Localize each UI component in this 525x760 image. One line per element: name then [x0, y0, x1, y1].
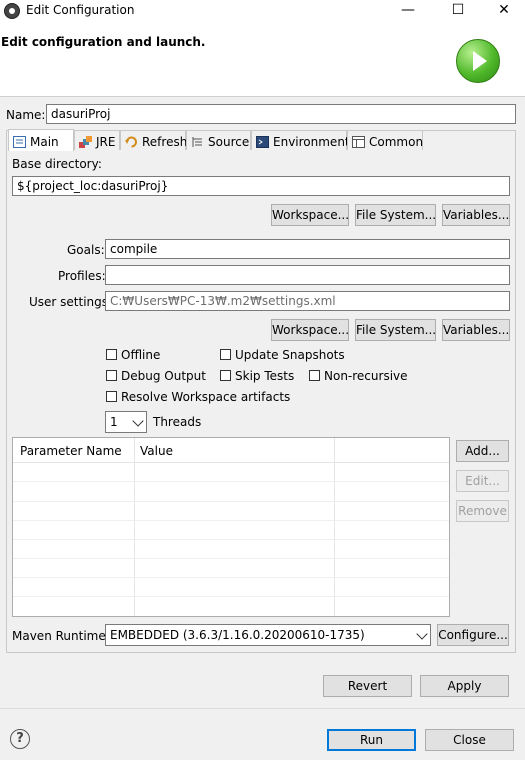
tab-jre[interactable]: JRE	[74, 130, 120, 150]
dialog-heading: Edit configuration and launch.	[1, 35, 206, 49]
base-file-system-button[interactable]: File System...	[355, 204, 436, 226]
table-row	[13, 520, 449, 521]
table-row	[13, 539, 449, 540]
settings-workspace-button[interactable]: Workspace...	[271, 319, 349, 341]
tab-source-label: Source	[208, 134, 250, 149]
base-directory-field[interactable]: ${project_loc:dasuriProj}	[12, 176, 510, 196]
column-separator	[134, 438, 135, 616]
settings-file-system-button[interactable]: File System...	[355, 319, 436, 341]
name-label: Name:	[6, 108, 46, 122]
offline-checkbox[interactable]	[106, 349, 117, 360]
source-icon	[191, 136, 204, 148]
update-snapshots-label: Update Snapshots	[235, 348, 345, 362]
maven-runtime-label: Maven Runtime:	[12, 629, 110, 643]
settings-variables-button[interactable]: Variables...	[442, 319, 510, 341]
table-row	[13, 558, 449, 559]
tab-main[interactable]: Main	[8, 129, 74, 151]
run-button[interactable]: Run	[327, 729, 416, 751]
tab-environment-label: Environment	[273, 134, 350, 149]
chevron-down-icon	[132, 415, 144, 427]
resolve-workspace-label: Resolve Workspace artifacts	[121, 390, 291, 404]
refresh-icon	[125, 136, 138, 148]
help-icon[interactable]: ?	[10, 729, 30, 749]
tab-refresh[interactable]: Refresh	[120, 130, 188, 150]
title-bar: Edit Configuration — ☐ ✕	[0, 0, 525, 22]
table-row	[13, 596, 449, 597]
configure-runtime-button[interactable]: Configure...	[437, 624, 509, 646]
base-variables-button[interactable]: Variables...	[442, 204, 510, 226]
tab-common-label: Common	[369, 134, 424, 149]
maven-runtime-select[interactable]: EMBEDDED (3.6.3/1.16.0.20200610-1735)	[105, 624, 431, 646]
close-window-button[interactable]: ✕	[481, 0, 525, 22]
user-settings-field[interactable]: C:₩Users₩PC-13₩.m2₩settings.xml	[105, 291, 510, 311]
main-tab-icon	[13, 135, 26, 148]
jre-icon	[79, 135, 92, 148]
threads-label: Threads	[153, 415, 202, 429]
run-launch-icon	[456, 39, 500, 83]
table-row	[13, 481, 449, 482]
apply-button[interactable]: Apply	[420, 675, 509, 697]
chevron-down-icon	[416, 628, 428, 640]
tab-common[interactable]: Common	[347, 130, 423, 150]
update-snapshots-checkbox[interactable]	[220, 349, 231, 360]
profiles-label: Profiles:	[58, 269, 106, 283]
resolve-workspace-checkbox[interactable]	[106, 391, 117, 402]
add-parameter-button[interactable]: Add...	[456, 440, 509, 462]
non-recursive-label: Non-recursive	[324, 369, 408, 383]
tab-source[interactable]: Source	[186, 130, 251, 150]
minimize-button[interactable]: —	[385, 0, 431, 22]
table-header: Parameter Name Value	[13, 438, 449, 463]
threads-value: 1	[110, 415, 118, 429]
maximize-button[interactable]: ☐	[435, 0, 481, 22]
close-button[interactable]: Close	[425, 729, 514, 751]
environment-icon	[256, 135, 269, 148]
tab-environment[interactable]: Environment	[251, 130, 350, 150]
debug-output-checkbox[interactable]	[106, 370, 117, 381]
name-field[interactable]: dasuriProj	[46, 104, 516, 124]
table-row	[13, 577, 449, 578]
goals-label: Goals:	[67, 243, 105, 257]
table-row	[13, 501, 449, 502]
dialog-header: Edit configuration and launch.	[0, 22, 525, 97]
threads-select[interactable]: 1	[105, 411, 147, 433]
tab-main-label: Main	[30, 134, 59, 149]
remove-parameter-button[interactable]: Remove	[456, 500, 509, 522]
goals-field[interactable]: compile	[105, 239, 510, 259]
profiles-field[interactable]	[105, 265, 510, 285]
user-settings-label: User settings:	[29, 295, 113, 309]
base-directory-label: Base directory:	[12, 157, 102, 171]
column-separator	[334, 438, 335, 616]
skip-tests-label: Skip Tests	[235, 369, 295, 383]
parameters-table[interactable]: Parameter Name Value	[12, 437, 450, 617]
tab-refresh-label: Refresh	[142, 134, 188, 149]
non-recursive-checkbox[interactable]	[309, 370, 320, 381]
footer-divider	[0, 708, 525, 709]
window-title: Edit Configuration	[26, 3, 135, 17]
base-workspace-button[interactable]: Workspace...	[271, 204, 349, 226]
column-header-value[interactable]: Value	[140, 444, 173, 458]
eclipse-icon	[4, 3, 20, 19]
tab-jre-label: JRE	[96, 134, 116, 149]
revert-button[interactable]: Revert	[323, 675, 412, 697]
skip-tests-checkbox[interactable]	[220, 370, 231, 381]
column-header-parameter-name[interactable]: Parameter Name	[20, 444, 122, 458]
common-icon	[352, 135, 365, 148]
maven-runtime-value: EMBEDDED (3.6.3/1.16.0.20200610-1735)	[110, 628, 365, 642]
offline-label: Offline	[121, 348, 161, 362]
debug-output-label: Debug Output	[121, 369, 206, 383]
edit-parameter-button[interactable]: Edit...	[456, 470, 509, 492]
